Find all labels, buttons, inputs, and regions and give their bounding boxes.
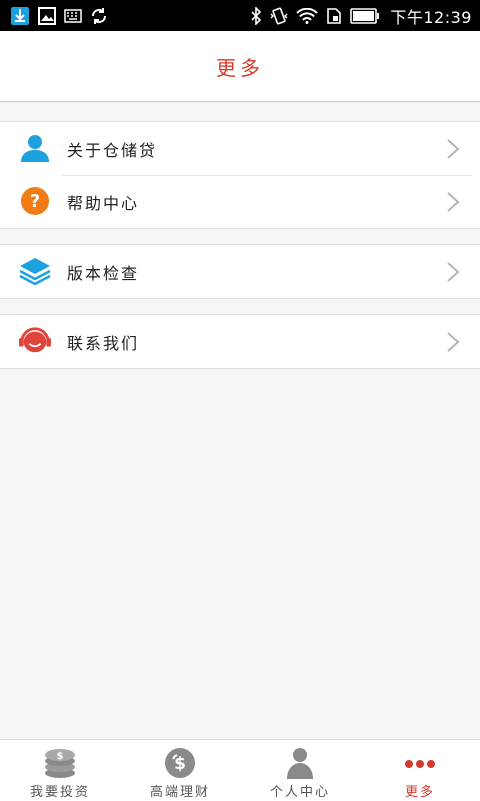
wifi-icon (296, 7, 319, 24)
nav-tab-personal[interactable]: 个人中心 (240, 740, 360, 801)
menu-group-2: 版本检查 (0, 244, 480, 299)
nav-tab-personal-label: 个人中心 (269, 785, 330, 800)
page-title: 更多 (216, 55, 264, 80)
status-bar: 下午12:39 (0, 0, 480, 31)
status-time: 下午12:39 (390, 7, 472, 27)
more-dots-icon (403, 746, 437, 779)
sync-icon (90, 7, 108, 25)
status-left-icons (10, 6, 108, 26)
battery-icon (350, 7, 380, 24)
sim-icon (326, 7, 342, 24)
menu-item-version[interactable]: 版本检查 (0, 245, 480, 298)
vibrate-icon (270, 7, 288, 25)
svg-text:?: ? (30, 191, 40, 212)
status-right-icons: 下午12:39 (250, 4, 472, 28)
nav-tab-more[interactable]: 更多 (360, 740, 480, 801)
menu-item-help-label: 帮助中心 (67, 193, 140, 213)
header: 更多 (0, 31, 480, 102)
question-icon: ? (19, 185, 51, 217)
menu-item-contact[interactable]: 联系我们 (0, 315, 480, 368)
nav-tab-wealth-label: 高端理财 (149, 785, 210, 800)
person-icon (283, 746, 317, 779)
chevron-right-icon (447, 192, 460, 212)
svg-text:$: $ (57, 751, 64, 762)
svg-text:$: $ (174, 754, 186, 774)
menu-item-contact-label: 联系我们 (67, 333, 140, 353)
menu-item-version-label: 版本检查 (67, 263, 140, 283)
bluetooth-icon (250, 6, 262, 25)
nav-tab-invest[interactable]: $ 我要投资 (0, 740, 120, 801)
image-icon (38, 6, 56, 25)
menu-group-3: 联系我们 (0, 314, 480, 369)
bottom-nav: $ 我要投资 $ 高端理财 个人中心 更多 (0, 739, 480, 801)
keyboard-icon (64, 8, 82, 23)
chevron-right-icon (447, 262, 460, 282)
menu-item-help[interactable]: ? 帮助中心 (0, 175, 480, 228)
chevron-right-icon (447, 332, 460, 352)
menu-item-about[interactable]: 关于仓储贷 (0, 122, 480, 175)
nav-tab-more-label: 更多 (404, 785, 435, 800)
menu-item-about-label: 关于仓储贷 (67, 140, 158, 160)
dollar-icon: $ (163, 746, 197, 779)
nav-tab-invest-label: 我要投资 (29, 785, 90, 800)
coins-icon: $ (43, 746, 77, 779)
download-icon (10, 6, 30, 26)
headset-icon (19, 325, 51, 357)
user-icon (19, 132, 51, 164)
menu-group-1: 关于仓储贷 ? 帮助中心 (0, 121, 480, 229)
layers-icon (19, 255, 51, 287)
nav-tab-wealth[interactable]: $ 高端理财 (120, 740, 240, 801)
chevron-right-icon (447, 139, 460, 159)
